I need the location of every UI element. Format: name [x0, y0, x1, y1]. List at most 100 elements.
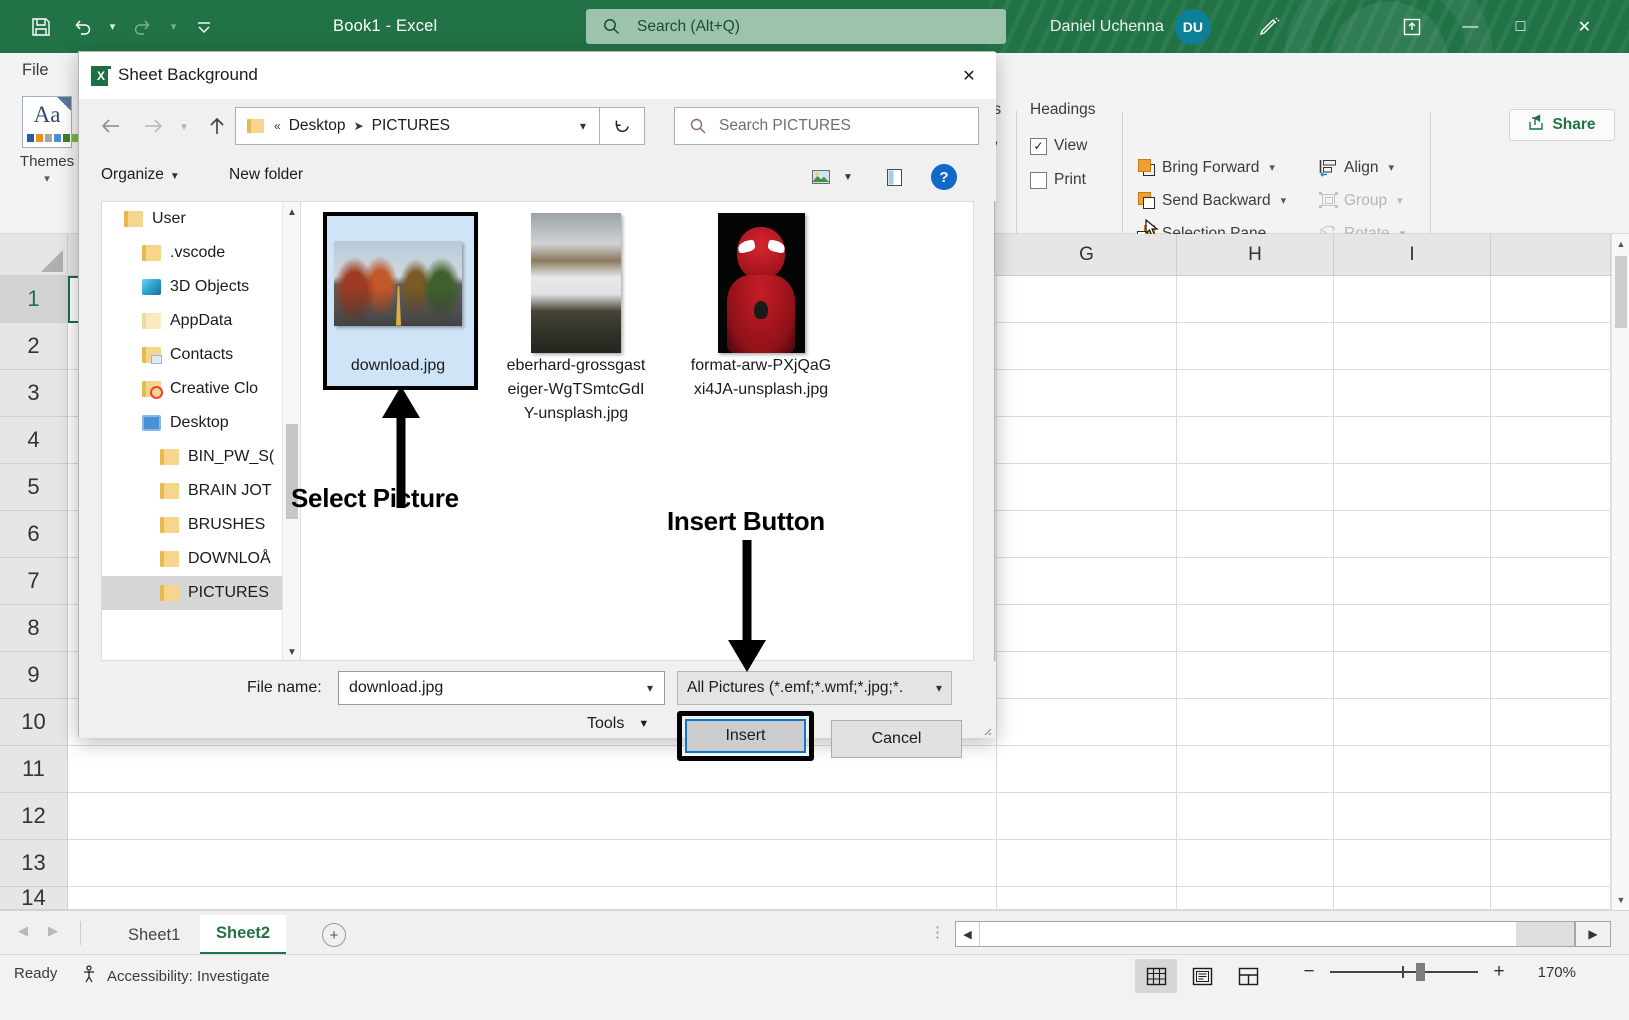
chevron-down-icon[interactable]: ▾: [647, 681, 653, 695]
cell-column-H[interactable]: [1177, 276, 1334, 910]
search-box[interactable]: Search (Alt+Q): [586, 9, 1006, 44]
file-item-download[interactable]: download.jpg: [323, 212, 473, 378]
row-header-8[interactable]: 8: [0, 605, 68, 652]
back-icon[interactable]: [93, 109, 129, 143]
cell-column-G[interactable]: [997, 276, 1177, 910]
tree-item-brushes[interactable]: BRUSHES: [102, 508, 300, 542]
cell-column-partial[interactable]: [1491, 276, 1611, 910]
zoom-control[interactable]: − + 170%: [1300, 961, 1576, 983]
row-header-3[interactable]: 3: [0, 370, 68, 417]
horizontal-scrollbar[interactable]: ◀: [955, 921, 1575, 947]
chevron-down-icon[interactable]: ▾: [1281, 194, 1287, 207]
vertical-scroll-thumb[interactable]: [1615, 256, 1627, 328]
bring-forward-button[interactable]: Bring Forward ▾: [1136, 151, 1286, 184]
file-item-format-arw[interactable]: format-arw-PXjQaGxi4JA-unsplash.jpg: [686, 212, 836, 402]
chevron-down-icon[interactable]: ▾: [1388, 161, 1394, 174]
tree-item-downloads[interactable]: DOWNLOÅ: [102, 542, 300, 576]
forward-icon[interactable]: [135, 109, 171, 143]
undo-icon[interactable]: [63, 9, 101, 45]
redo-icon[interactable]: [124, 9, 162, 45]
column-header-H[interactable]: H: [1177, 234, 1334, 276]
breadcrumb-desktop[interactable]: Desktop: [289, 117, 346, 135]
headings-print-checkbox[interactable]: [1030, 172, 1047, 189]
help-button[interactable]: ?: [931, 164, 957, 190]
tab-file[interactable]: File: [22, 61, 49, 80]
zoom-in-button[interactable]: +: [1490, 961, 1508, 983]
tree-item-appdata[interactable]: AppData: [102, 304, 300, 338]
insert-button[interactable]: Insert: [685, 719, 806, 753]
row-header-11[interactable]: 11: [0, 746, 68, 793]
page-break-preview-icon[interactable]: [1227, 959, 1269, 993]
select-all-corner[interactable]: [0, 234, 68, 276]
tools-button[interactable]: Tools ▼: [587, 715, 649, 733]
resize-grip-icon[interactable]: [980, 723, 992, 735]
add-sheet-button[interactable]: +: [322, 923, 346, 947]
refresh-button[interactable]: [600, 107, 645, 145]
tree-item-brain-jot[interactable]: BRAIN JOT: [102, 474, 300, 508]
close-button[interactable]: ✕: [1560, 0, 1609, 53]
column-header-partial[interactable]: [1491, 234, 1611, 276]
align-button[interactable]: Align ▾: [1318, 151, 1405, 184]
share-button[interactable]: Share: [1509, 109, 1615, 141]
pen-icon[interactable]: [1247, 0, 1291, 53]
hscroll-left-icon[interactable]: ◀: [956, 922, 980, 946]
zoom-slider-thumb[interactable]: [1416, 963, 1425, 981]
scroll-up-icon[interactable]: ▲: [283, 202, 301, 222]
tree-item-bin-pw[interactable]: BIN_PW_S(: [102, 440, 300, 474]
scroll-down-icon[interactable]: ▼: [283, 642, 301, 661]
scroll-down-icon[interactable]: ▼: [1612, 890, 1629, 910]
breadcrumb-overflow[interactable]: «: [274, 119, 281, 133]
customize-qat-icon[interactable]: [185, 9, 223, 45]
tree-item-pictures[interactable]: PICTURES: [102, 576, 300, 610]
row-header-2[interactable]: 2: [0, 323, 68, 370]
save-icon[interactable]: [22, 9, 60, 45]
breadcrumb-pictures[interactable]: PICTURES: [372, 117, 450, 135]
row-header-6[interactable]: 6: [0, 511, 68, 558]
zoom-slider[interactable]: [1330, 962, 1478, 982]
row-header-13[interactable]: 13: [0, 840, 68, 887]
row-header-5[interactable]: 5: [0, 464, 68, 511]
up-icon[interactable]: [199, 109, 235, 143]
row-header-14[interactable]: 14: [0, 887, 68, 910]
page-layout-view-icon[interactable]: [1181, 959, 1223, 993]
tree-item-user[interactable]: User: [102, 202, 300, 236]
vertical-scrollbar[interactable]: ▲ ▼: [1611, 234, 1629, 910]
dialog-close-button[interactable]: ✕: [948, 58, 990, 94]
organize-button[interactable]: Organize▼: [101, 166, 180, 184]
accessibility-status[interactable]: Accessibility: Investigate: [82, 965, 270, 987]
sheet-tab-sheet2[interactable]: Sheet2: [200, 915, 286, 955]
chevron-down-icon[interactable]: ▾: [936, 681, 942, 695]
file-type-select[interactable]: All Pictures (*.emf;*.wmf;*.jpg;*. ▾: [677, 671, 952, 705]
cancel-button[interactable]: Cancel: [831, 720, 962, 758]
row-header-1[interactable]: 1: [0, 276, 68, 323]
scroll-up-icon[interactable]: ▲: [1612, 234, 1629, 254]
tree-item-creative-cloud[interactable]: Creative Clo: [102, 372, 300, 406]
tree-item-desktop[interactable]: Desktop: [102, 406, 300, 440]
column-header-I[interactable]: I: [1334, 234, 1491, 276]
row-header-7[interactable]: 7: [0, 558, 68, 605]
row-header-9[interactable]: 9: [0, 652, 68, 699]
nav-pane-scrollbar[interactable]: ▲ ▼: [282, 202, 300, 661]
change-view-icon[interactable]: [804, 161, 838, 193]
tree-item-3d-objects[interactable]: 3D Objects: [102, 270, 300, 304]
maximize-button[interactable]: □: [1496, 0, 1545, 53]
hscroll-thumb[interactable]: [980, 922, 1516, 946]
recent-locations-icon[interactable]: ▾: [173, 109, 195, 143]
row-header-4[interactable]: 4: [0, 417, 68, 464]
account-area[interactable]: Daniel Uchenna DU: [1050, 0, 1211, 53]
minimize-button[interactable]: —: [1446, 0, 1495, 53]
headings-view-checkbox[interactable]: ✓: [1030, 138, 1047, 155]
sheet-tab-sheet1[interactable]: Sheet1: [112, 915, 196, 955]
ribbon-display-options-icon[interactable]: [1390, 0, 1434, 53]
send-backward-button[interactable]: Send Backward ▾: [1136, 184, 1286, 217]
chevron-down-icon[interactable]: ▾: [580, 119, 586, 133]
column-header-G[interactable]: G: [997, 234, 1177, 276]
sheet-prev-icon[interactable]: ◀: [18, 923, 28, 939]
avatar[interactable]: DU: [1175, 9, 1211, 45]
cell-column-I[interactable]: [1334, 276, 1491, 910]
new-folder-button[interactable]: New folder: [229, 166, 303, 184]
hscroll-track[interactable]: [1516, 922, 1574, 946]
row-header-12[interactable]: 12: [0, 793, 68, 840]
preview-pane-icon[interactable]: [877, 161, 911, 193]
sheet-nav-arrows[interactable]: ◀ ▶: [18, 923, 58, 939]
